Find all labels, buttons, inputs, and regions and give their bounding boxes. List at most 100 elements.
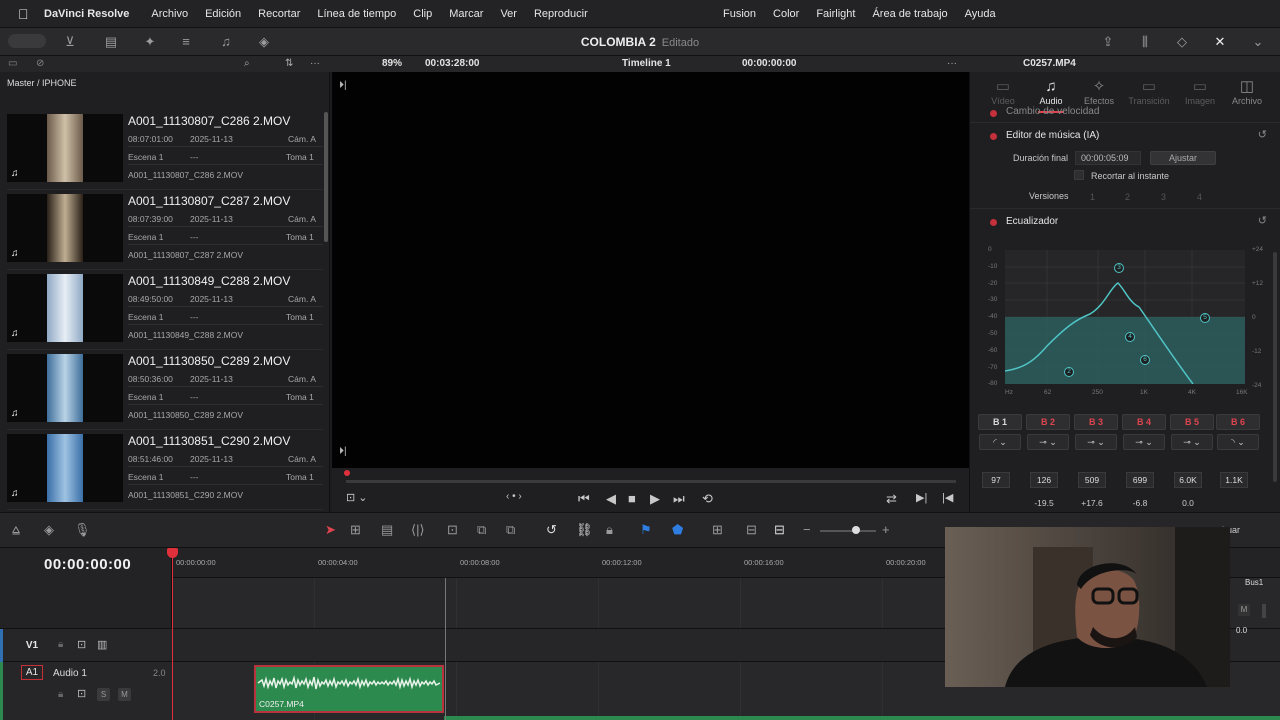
flag-icon[interactable]: ⚑ [640,522,652,538]
linked-selection-icon[interactable]: ⛓ [576,522,593,538]
menu-archivo[interactable]: Archivo [151,8,188,20]
audio-auto-select-icon[interactable]: ⊡ [77,687,86,700]
track-header-a1[interactable]: A1 Audio 1 2.0 🔒︎ ⊡ S M [0,662,172,720]
speed-change-section[interactable]: Cambio de velocidad [970,106,1280,122]
eq-band-gain[interactable]: -19.5 [1030,498,1058,508]
snapping-icon[interactable]: ↺ [546,522,557,538]
media-pool-clip[interactable]: ♫ A001_11130850_C289 2.MOV 08:50:36:00 2025… [7,352,323,430]
eq-band-frequency[interactable]: 6.0K [1174,472,1202,488]
apple-icon[interactable]:  [18,6,32,22]
eq-band-frequency[interactable]: 509 [1078,472,1106,488]
track-a1-label[interactable]: A1 [21,665,43,680]
sort-icon[interactable]: ⇅ [285,58,293,69]
media-pool-icon[interactable]: ⊻ [62,34,78,50]
zoom-detail-icon[interactable]: ⊟ [746,522,757,538]
menu-area-de-trabajo[interactable]: Área de trabajo [872,8,947,20]
eq-band-shape-select[interactable]: ⊸ ⌄ [1075,434,1117,450]
timeline-view-icon[interactable]: ⩠ [12,522,20,538]
eq-band-node[interactable]: 5 [1200,313,1210,323]
clip-icon[interactable]: ▤ [103,34,119,50]
version-2[interactable]: 2 [1125,192,1130,202]
trim-tool-icon[interactable]: ⊞ [350,522,361,538]
selection-tool-icon[interactable]: ➤ [325,522,336,538]
final-duration-field[interactable]: 00:00:05:09 [1075,151,1141,165]
equalizer-section[interactable]: Ecualizador ↺ [970,208,1280,234]
go-to-start-icon[interactable]: ⏮ [578,491,590,507]
scrubber-bar[interactable] [332,468,969,488]
sound-library-icon[interactable]: ♫ [218,34,234,50]
menu-reproducir[interactable]: Reproducir [534,8,588,20]
tab-audio[interactable]: ♫ Audio [1026,78,1076,113]
eq-band-toggle[interactable]: B 2 [1026,414,1070,430]
overwrite-clip-icon[interactable]: ⧉ [477,522,486,538]
eq-band-gain[interactable]: -6.8 [1126,498,1154,508]
eq-band-node[interactable]: 6 [1140,355,1150,365]
version-1[interactable]: 1 [1090,192,1095,202]
eq-band-toggle[interactable]: B 1 [978,414,1022,430]
more-options-icon[interactable]: ··· [310,58,320,69]
clip-thumbnail[interactable]: ♫ [7,354,123,422]
eq-band-toggle[interactable]: B 3 [1074,414,1118,430]
collapse-icon[interactable]: ⌄ [1250,34,1266,50]
track-header-v1[interactable]: V1 🔒︎ ⊡ ▥ [0,628,172,663]
inspector-icon[interactable]: ✕ [1212,34,1228,50]
eq-band-node[interactable]: 4 [1125,332,1135,342]
clip-thumbnail[interactable]: ♫ [7,194,123,262]
clip-thumbnail[interactable]: ♫ [7,274,123,342]
media-toggle-button[interactable] [8,34,46,48]
match-frame-icon[interactable]: ⇄ [886,491,897,507]
eq-band-shape-select[interactable]: ⊸ ⌄ [1027,434,1069,450]
tab-video[interactable]: ▭ Vídeo [978,78,1028,106]
mixer-icon[interactable]: ◈ [256,34,272,50]
menu-recortar[interactable]: Recortar [258,8,300,20]
media-pool-clip[interactable]: ♫ A001_11130849_C288 2.MOV 08:49:50:00 2025… [7,272,323,350]
app-menu[interactable]: DaVinci Resolve [44,8,129,20]
tab-efectos[interactable]: ✧ Efectos [1074,78,1124,106]
effects-wand-icon[interactable]: ✦ [142,34,158,50]
tab-archivo[interactable]: ◫ Archivo [1222,78,1272,106]
zoom-slider[interactable] [820,530,876,532]
pool-scrollbar[interactable] [324,112,328,242]
zoom-custom-icon[interactable]: ⊟ [774,522,785,538]
blade-tool-icon[interactable]: ▤ [381,522,393,538]
menu-linea-de-tiempo[interactable]: Línea de tiempo [317,8,396,20]
playhead-line[interactable] [172,548,173,720]
track-lock-icon[interactable]: 🔒︎ [58,639,63,650]
menu-fusion[interactable]: Fusion [723,8,756,20]
section-enable-dot[interactable] [990,133,997,140]
first-frame-icon[interactable]: ⏵| [339,80,347,91]
menu-clip[interactable]: Clip [413,8,432,20]
menu-edicion[interactable]: Edición [205,8,241,20]
auto-select-icon[interactable]: ⊡ [77,638,86,651]
music-editor-section[interactable]: Editor de música (IA) ↺ [970,122,1280,148]
inspector-scrollbar[interactable] [1273,252,1277,482]
menu-fairlight[interactable]: Fairlight [816,8,855,20]
tab-transicion[interactable]: ▭ Transición [1124,78,1174,106]
clip-thumbnail[interactable]: ♫ [7,114,123,182]
menu-ayuda[interactable]: Ayuda [965,8,996,20]
zoom-in-icon[interactable]: + [882,522,890,537]
audio-track-name[interactable]: Audio 1 [53,668,87,679]
eq-band-toggle[interactable]: B 6 [1216,414,1260,430]
marker-icon[interactable]: ⬟ [672,522,683,538]
zoom-level[interactable]: 89% [382,58,402,69]
mute-button[interactable]: M [118,688,131,701]
menu-color[interactable]: Color [773,8,799,20]
eq-band-node[interactable]: 3 [1114,263,1124,273]
version-3[interactable]: 3 [1161,192,1166,202]
in-point-icon[interactable]: |◀ [942,491,953,504]
eq-band-toggle[interactable]: B 5 [1170,414,1214,430]
search-icon[interactable]: ⌕ [244,58,250,69]
eq-band-shape-select[interactable]: ⊸ ⌄ [1123,434,1165,450]
eq-band-shape-select[interactable]: ⊸ ⌄ [1171,434,1213,450]
audio-clip[interactable]: C0257.MP4 [254,665,444,713]
lock-icon[interactable]: 🔒︎ [606,522,613,538]
media-pool-clip[interactable]: ♫ A001_11130807_C287 2.MOV 08:07:39:00 2025… [7,192,323,270]
eq-band-gain[interactable]: +17.6 [1078,498,1106,508]
out-point-icon[interactable]: ▶| [916,491,927,504]
viewer-more-icon[interactable]: ··· [947,58,957,69]
viewer-layout-icon[interactable]: ⊡ ⌄ [346,491,368,504]
bus-mute-button[interactable]: M [1238,604,1250,616]
zoom-full-icon[interactable]: ⊞ [712,522,723,538]
loop-icon[interactable]: ⟲ [702,491,713,507]
